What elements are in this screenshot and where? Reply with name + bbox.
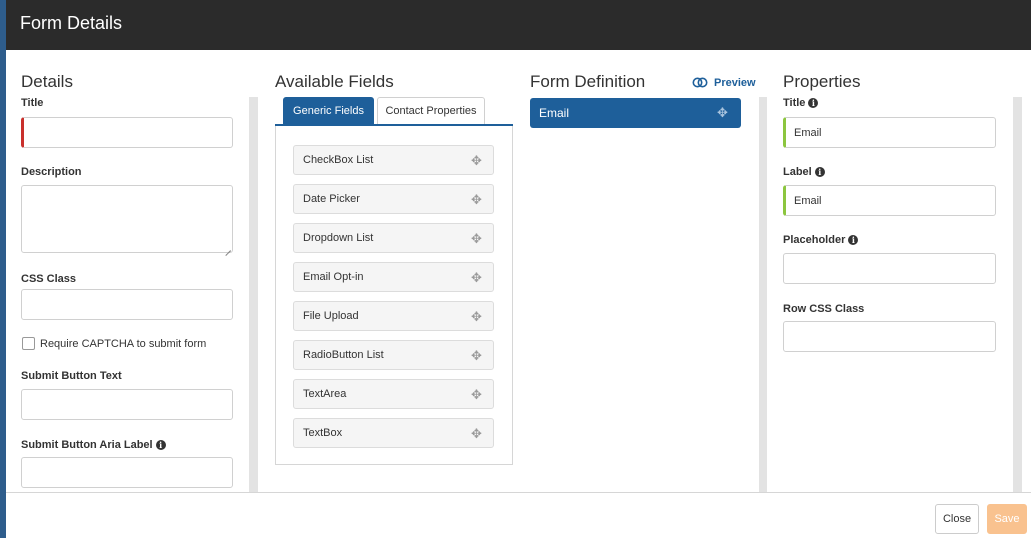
tab-generic-fields[interactable]: Generic Fields	[283, 97, 374, 125]
available-fields-panel	[275, 126, 513, 465]
prop-title-label-text: Title	[783, 97, 806, 109]
prop-title-label: Title i	[783, 97, 819, 109]
prop-placeholder-label: Placeholder i	[783, 234, 859, 246]
prop-label-label: Label i	[783, 166, 825, 178]
description-label: Description	[21, 166, 82, 178]
field-item-radiobutton-list[interactable]: RadioButton List ✥	[293, 340, 494, 370]
form-definition-heading: Form Definition	[530, 72, 646, 91]
field-item-textarea[interactable]: TextArea ✥	[293, 379, 494, 409]
info-icon: i	[808, 98, 819, 108]
properties-heading: Properties	[783, 72, 861, 91]
drag-move-icon[interactable]: ✥	[471, 271, 482, 284]
drag-move-icon[interactable]: ✥	[471, 310, 482, 323]
drag-move-icon[interactable]: ✥	[471, 232, 482, 245]
submit-aria-label: Submit Button Aria Label i	[21, 439, 166, 451]
drag-move-icon[interactable]: ✥	[471, 154, 482, 167]
title-input[interactable]	[21, 117, 233, 148]
info-icon: i	[155, 440, 166, 450]
info-icon: i	[814, 167, 825, 177]
field-item-dropdown-list[interactable]: Dropdown List ✥	[293, 223, 494, 253]
submit-aria-input[interactable]	[21, 457, 233, 488]
drag-move-icon[interactable]: ✥	[471, 349, 482, 362]
drag-move-icon[interactable]: ✥	[471, 388, 482, 401]
close-button[interactable]: Close	[935, 504, 979, 534]
field-item-checkbox-list[interactable]: CheckBox List ✥	[293, 145, 494, 175]
field-item-label: Dropdown List	[303, 232, 374, 244]
captcha-checkbox[interactable]	[22, 337, 35, 350]
details-heading: Details	[21, 72, 73, 91]
field-item-label: Date Picker	[303, 193, 360, 205]
css-class-label: CSS Class	[21, 273, 77, 285]
form-definition-item-email[interactable]: Email ✥	[530, 98, 741, 128]
form-definition-scrollbar[interactable]	[759, 97, 767, 492]
properties-scrollbar[interactable]	[1013, 97, 1022, 492]
field-item-date-picker[interactable]: Date Picker ✥	[293, 184, 494, 214]
prop-row-css-label: Row CSS Class	[783, 303, 865, 315]
info-icon: i	[848, 235, 859, 245]
preview-button[interactable]: Preview	[692, 77, 756, 91]
title-label: Title	[21, 97, 44, 109]
drag-move-icon[interactable]: ✥	[717, 106, 728, 119]
field-item-label: RadioButton List	[303, 349, 384, 361]
details-scrollbar[interactable]	[249, 97, 258, 492]
prop-placeholder-input[interactable]	[783, 253, 996, 284]
submit-text-input[interactable]	[21, 389, 233, 420]
css-class-input[interactable]	[21, 289, 233, 320]
field-item-label: TextBox	[303, 427, 343, 439]
field-item-file-upload[interactable]: File Upload ✥	[293, 301, 494, 331]
form-definition-item-label: Email	[539, 106, 570, 120]
field-item-label: TextArea	[303, 388, 347, 400]
prop-row-css-input[interactable]	[783, 321, 996, 352]
available-fields-heading: Available Fields	[275, 72, 394, 91]
drag-move-icon[interactable]: ✥	[471, 193, 482, 206]
submit-text-label: Submit Button Text	[21, 370, 122, 382]
tab-contact-properties[interactable]: Contact Properties	[377, 97, 485, 125]
save-button[interactable]: Save	[987, 504, 1027, 534]
field-item-label: CheckBox List	[303, 154, 374, 166]
footer-divider	[6, 492, 1031, 493]
toggle-icon	[692, 77, 708, 91]
field-item-label: File Upload	[303, 310, 359, 322]
dialog-titlebar: Form Details	[6, 0, 1031, 50]
drag-move-icon[interactable]: ✥	[471, 427, 482, 440]
prop-title-input[interactable]	[783, 117, 996, 148]
prop-placeholder-label-text: Placeholder	[783, 234, 846, 246]
field-item-label: Email Opt-in	[303, 271, 364, 283]
captcha-label: Require CAPTCHA to submit form	[40, 338, 207, 350]
textarea-resize-handle[interactable]	[223, 243, 231, 251]
submit-aria-label-text: Submit Button Aria Label	[21, 439, 153, 451]
prop-label-input[interactable]	[783, 185, 996, 216]
field-item-email-opt-in[interactable]: Email Opt-in ✥	[293, 262, 494, 292]
description-textarea[interactable]	[21, 185, 233, 253]
preview-label: Preview	[714, 77, 756, 89]
prop-label-label-text: Label	[783, 166, 812, 178]
dialog-title: Form Details	[20, 13, 123, 33]
field-item-textbox[interactable]: TextBox ✥	[293, 418, 494, 448]
